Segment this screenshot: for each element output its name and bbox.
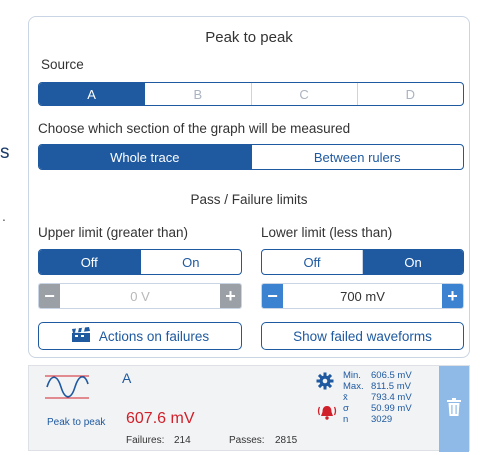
stray-text-dot: . xyxy=(2,208,6,224)
actions-on-failures-label: Actions on failures xyxy=(98,328,210,344)
gear-icon[interactable] xyxy=(316,372,334,395)
failures-label: Failures: xyxy=(126,435,165,446)
plus-icon[interactable]: + xyxy=(442,284,463,308)
n-label: n xyxy=(343,414,349,425)
channel-label: A xyxy=(122,370,132,386)
mean-label: x̄ xyxy=(343,392,348,403)
peak-to-peak-panel: Peak to peak Source A B C D Choose which… xyxy=(28,16,470,358)
measurement-value: 607.6 mV xyxy=(126,410,195,427)
max-value: 811.5 mV xyxy=(371,381,411,392)
mean-value: 793.4 mV xyxy=(371,392,412,403)
source-option-b[interactable]: B xyxy=(145,83,252,105)
min-value: 606.5 mV xyxy=(371,370,412,381)
upper-limit-label: Upper limit (greater than) xyxy=(38,225,189,240)
source-selector: A B C D xyxy=(38,82,464,106)
upper-limit-on[interactable]: On xyxy=(141,250,242,274)
failures-count: 214 xyxy=(174,435,191,446)
whole-trace-option[interactable]: Whole trace xyxy=(39,145,252,169)
lower-limit-off[interactable]: Off xyxy=(262,250,363,274)
sine-wave-icon xyxy=(45,374,89,405)
stray-text-s: s xyxy=(0,142,10,163)
between-rulers-option[interactable]: Between rulers xyxy=(252,145,464,169)
lower-limit-on[interactable]: On xyxy=(363,250,463,274)
source-label: Source xyxy=(41,57,84,72)
delete-measurement-button[interactable] xyxy=(439,366,469,452)
lower-limit-stepper: − 700 mV + xyxy=(261,283,464,309)
actions-on-failures-button[interactable]: Actions on failures xyxy=(38,322,242,350)
show-failed-waveforms-button[interactable]: Show failed waveforms xyxy=(261,322,464,350)
minus-icon[interactable]: − xyxy=(39,284,60,308)
upper-limit-off[interactable]: Off xyxy=(39,250,141,274)
alarm-bell-icon xyxy=(317,403,337,426)
sigma-label: σ xyxy=(343,403,349,414)
source-option-a[interactable]: A xyxy=(39,83,146,105)
clapperboard-icon xyxy=(71,326,91,346)
lower-limit-label: Lower limit (less than) xyxy=(261,225,393,240)
limits-title: Pass / Failure limits xyxy=(190,192,308,207)
minus-icon[interactable]: − xyxy=(262,284,283,308)
measurement-card[interactable]: A Peak to peak 607.6 mV Failures: 214 Pa… xyxy=(28,365,470,452)
passes-label: Passes: xyxy=(229,435,265,446)
max-label: Max. xyxy=(343,381,364,392)
measurement-type-label: Peak to peak xyxy=(47,417,106,428)
show-failed-waveforms-label: Show failed waveforms xyxy=(293,328,432,344)
panel-title: Peak to peak xyxy=(205,29,293,46)
plus-icon[interactable]: + xyxy=(220,284,241,308)
lower-limit-toggle: Off On xyxy=(261,249,464,275)
trash-icon xyxy=(447,397,461,421)
upper-limit-value[interactable]: 0 V xyxy=(60,284,220,308)
passes-count: 2815 xyxy=(275,435,298,446)
statistics-panel: Min. 606.5 mV Max. 811.5 mV x̄ 793.4 mV σ 50… xyxy=(343,370,412,425)
lower-limit-value[interactable]: 700 mV xyxy=(283,284,442,308)
section-label: Choose which section of the graph will b… xyxy=(38,121,351,136)
min-label: Min. xyxy=(343,370,361,381)
source-option-d[interactable]: D xyxy=(358,83,463,105)
n-value: 3029 xyxy=(371,414,393,425)
sigma-value: 50.99 mV xyxy=(371,403,412,414)
section-selector: Whole trace Between rulers xyxy=(38,144,464,170)
source-option-c[interactable]: C xyxy=(252,83,358,105)
upper-limit-toggle: Off On xyxy=(38,249,242,275)
upper-limit-stepper: − 0 V + xyxy=(38,283,242,309)
